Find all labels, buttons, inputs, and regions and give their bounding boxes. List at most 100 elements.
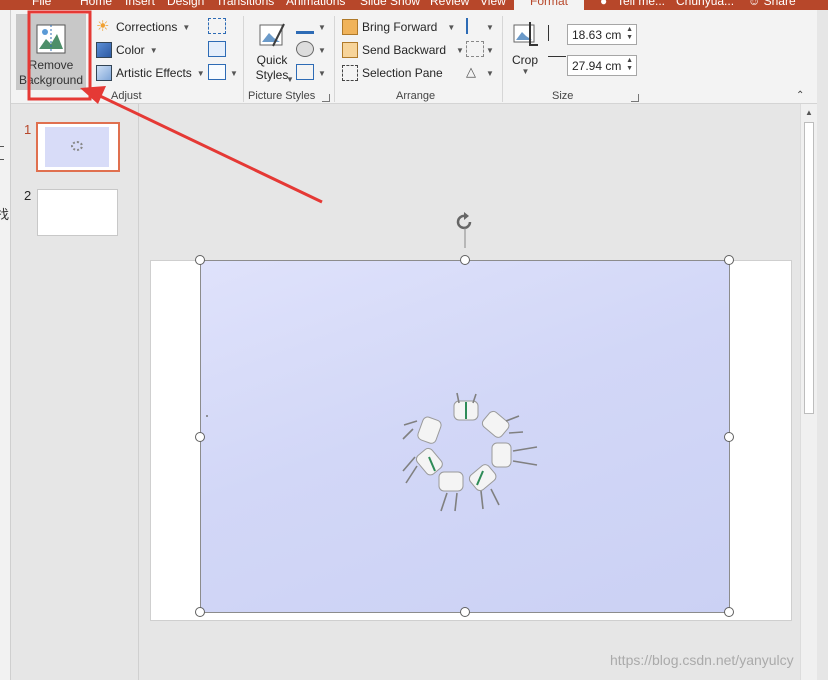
- slide-thumbnail[interactable]: [37, 189, 118, 236]
- scrollbar-thumb[interactable]: [804, 122, 814, 414]
- resize-handle-left[interactable]: [195, 432, 205, 442]
- chevron-down-icon[interactable]: ▼: [486, 69, 494, 78]
- crop-icon: [513, 22, 538, 46]
- shape-height-value: 18.63 cm: [572, 28, 622, 42]
- bring-forward-button[interactable]: Bring Forward ▼: [342, 17, 455, 37]
- reset-picture-icon[interactable]: [208, 64, 226, 80]
- chevron-down-icon[interactable]: ▼: [486, 46, 494, 55]
- tab-design[interactable]: Design: [167, 0, 204, 8]
- tab-transitions[interactable]: Transitions: [216, 0, 274, 8]
- selection-pane-label: Selection Pane: [362, 66, 443, 80]
- bring-forward-label: Bring Forward: [362, 20, 438, 34]
- strip-ticks: [0, 146, 4, 160]
- lightbulb-icon: ●: [600, 0, 608, 8]
- component-ring-image: [206, 392, 538, 512]
- rotate-icon[interactable]: △: [466, 64, 484, 80]
- chevron-down-icon: ▼: [196, 68, 205, 78]
- chevron-down-icon[interactable]: ▼: [318, 23, 326, 32]
- resize-handle-top[interactable]: [460, 255, 470, 265]
- crop-button[interactable]: Crop ▼: [506, 18, 544, 90]
- left-edge-strip: 找: [0, 10, 11, 680]
- slide-number: 1: [24, 122, 32, 137]
- picture-effects-icon[interactable]: [296, 41, 314, 57]
- tell-me-box[interactable]: Tell me...: [617, 0, 665, 8]
- ribbon-tab-bar: File Home Insert Design Transitions Anim…: [0, 0, 828, 10]
- size-group-label: Size: [552, 90, 574, 102]
- selection-pane-button[interactable]: Selection Pane: [342, 63, 443, 83]
- resize-handle-bottom-right[interactable]: [724, 607, 734, 617]
- chevron-down-icon[interactable]: ▼: [230, 69, 238, 78]
- share-button[interactable]: ☺ Share: [748, 0, 796, 8]
- tab-slide-show[interactable]: Slide Show: [360, 0, 420, 8]
- artistic-effects-button[interactable]: Artistic Effects ▼: [96, 63, 205, 83]
- tab-insert[interactable]: Insert: [125, 0, 155, 8]
- user-name[interactable]: Chunyua...: [676, 0, 734, 8]
- chevron-down-icon: ▼: [149, 45, 158, 55]
- resize-handle-right[interactable]: [724, 432, 734, 442]
- corrections-button[interactable]: ☀ Corrections ▼: [96, 17, 190, 37]
- remove-background-button[interactable]: Remove Background: [16, 14, 86, 90]
- shape-width-input[interactable]: 27.94 cm ▲ ▼: [567, 55, 637, 76]
- tab-file[interactable]: File: [32, 0, 51, 8]
- crop-label: Crop: [511, 53, 538, 67]
- remove-background-label: Remove Background: [18, 58, 84, 87]
- tab-animations[interactable]: Animations: [286, 0, 345, 8]
- color-button[interactable]: Color ▼: [96, 40, 158, 60]
- slide-number: 2: [24, 188, 32, 203]
- send-backward-button[interactable]: Send Backward ▼: [342, 40, 464, 60]
- thumbnail-picture: [45, 127, 109, 167]
- group-separator: [502, 16, 503, 102]
- change-picture-icon[interactable]: [208, 41, 226, 57]
- adjust-group-label: Adjust: [111, 90, 142, 102]
- picture-layout-icon[interactable]: [296, 64, 314, 80]
- group-icon[interactable]: [466, 41, 484, 57]
- tab-view[interactable]: View: [480, 0, 506, 8]
- tab-review[interactable]: Review: [430, 0, 469, 8]
- slide-thumbnail-selected[interactable]: [36, 122, 120, 172]
- chevron-down-icon: ▼: [182, 22, 191, 32]
- size-dialog-launcher[interactable]: [631, 94, 639, 102]
- arrange-group-label: Arrange: [396, 90, 436, 102]
- sun-icon: ☀: [96, 18, 110, 35]
- send-backward-icon: [342, 42, 358, 58]
- color-label: Color: [116, 43, 145, 57]
- picture-border-icon[interactable]: [296, 18, 314, 34]
- align-icon[interactable]: [466, 18, 484, 34]
- chevron-down-icon[interactable]: ▼: [286, 75, 294, 84]
- chevron-down-icon[interactable]: ▼: [318, 69, 326, 78]
- collapse-ribbon-icon[interactable]: ⌃: [796, 90, 804, 101]
- group-separator: [334, 16, 335, 102]
- shape-height-icon: [548, 25, 566, 41]
- resize-handle-top-right[interactable]: [724, 255, 734, 265]
- rotate-handle-icon[interactable]: [454, 212, 476, 248]
- resize-handle-top-left[interactable]: [195, 255, 205, 265]
- tab-home[interactable]: Home: [80, 0, 112, 8]
- selection-pane-icon: [342, 65, 358, 81]
- chevron-down-icon[interactable]: ▼: [486, 23, 494, 32]
- chevron-down-icon[interactable]: ▼: [318, 46, 326, 55]
- slide-editing-area: [140, 104, 800, 680]
- chevron-down-icon: ▼: [447, 22, 456, 32]
- strip-glyph: 找: [0, 207, 10, 222]
- share-label: Share: [763, 0, 796, 8]
- watermark-text: https://blog.csdn.net/yanyulcy: [610, 652, 794, 668]
- corrections-label: Corrections: [116, 20, 178, 34]
- chevron-down-icon: ▼: [456, 45, 464, 55]
- ribbon: Remove Background ☀ Corrections ▼ Color ▼ …: [11, 10, 817, 104]
- remove-background-icon: [36, 24, 66, 54]
- shape-height-input[interactable]: 18.63 cm ▲ ▼: [567, 24, 637, 45]
- selected-picture[interactable]: [200, 260, 730, 613]
- picture-styles-dialog-launcher[interactable]: [322, 94, 330, 102]
- spinner-arrows-icon[interactable]: ▲ ▼: [626, 26, 633, 42]
- group-separator: [243, 16, 244, 102]
- vertical-scrollbar[interactable]: ▲: [800, 104, 817, 680]
- resize-handle-bottom[interactable]: [460, 607, 470, 617]
- shape-width-value: 27.94 cm: [572, 59, 622, 73]
- spinner-arrows-icon[interactable]: ▲ ▼: [626, 57, 633, 73]
- compress-pictures-icon[interactable]: [208, 18, 226, 34]
- tab-format[interactable]: Format: [514, 0, 585, 10]
- artistic-effects-label: Artistic Effects: [116, 66, 192, 80]
- resize-handle-bottom-left[interactable]: [195, 607, 205, 617]
- color-icon: [96, 42, 112, 58]
- scroll-up-icon[interactable]: ▲: [805, 108, 813, 117]
